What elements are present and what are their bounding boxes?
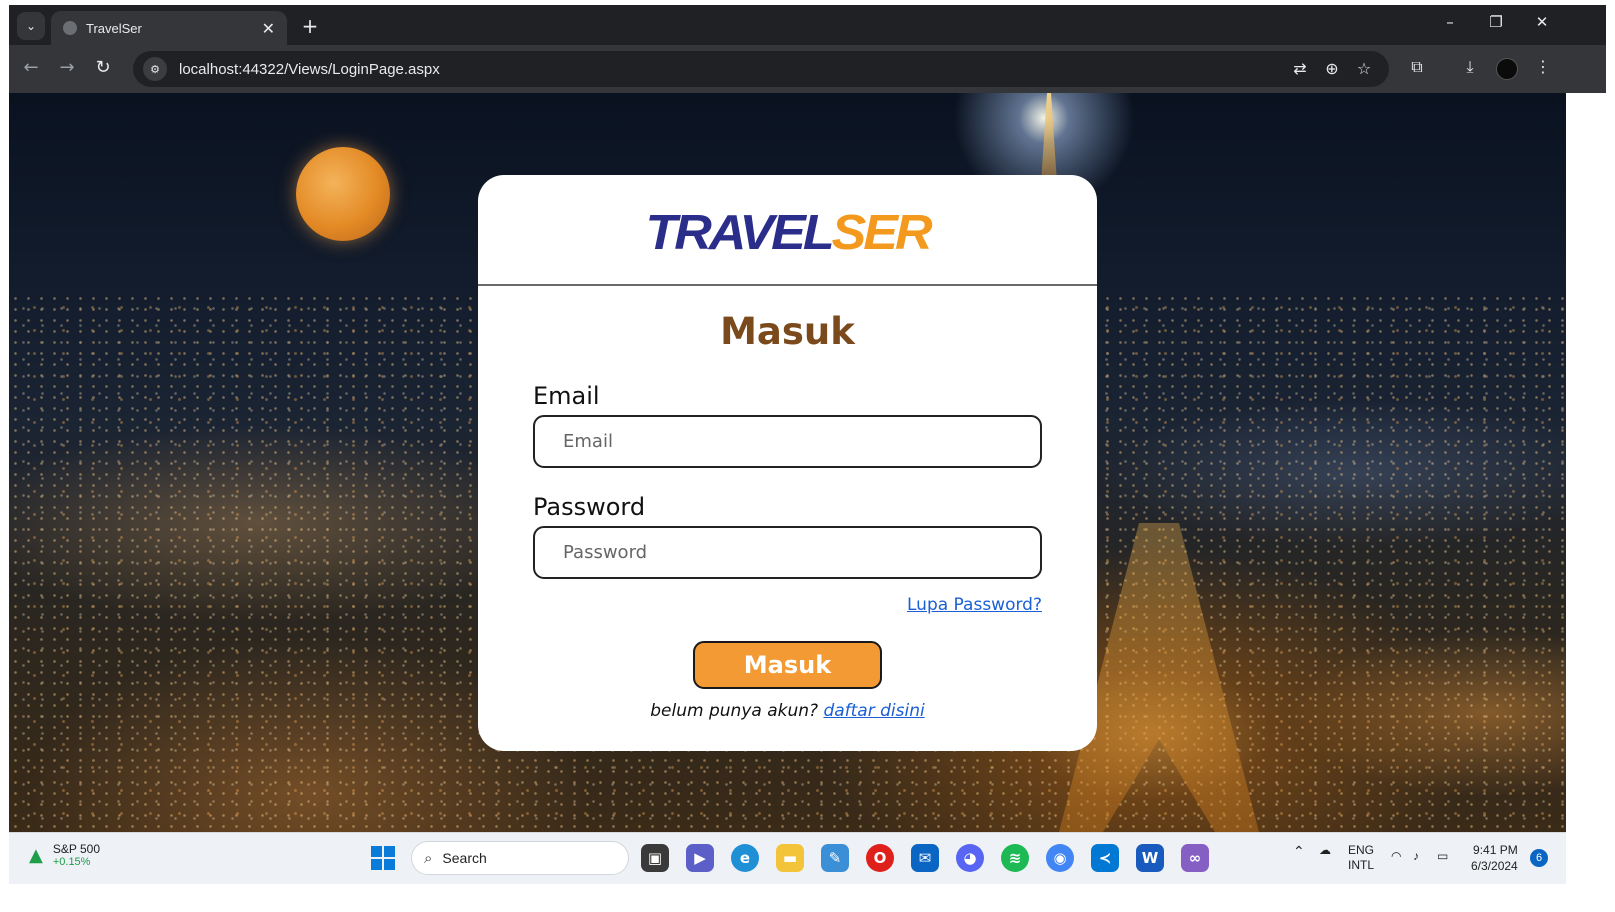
edge-icon[interactable]: e: [731, 844, 759, 872]
url-text[interactable]: localhost:44322/Views/LoginPage.aspx: [179, 61, 440, 78]
moon-image: [296, 147, 390, 241]
menu-kebab-icon[interactable]: ⋮: [1531, 57, 1555, 76]
browser-toolbar: ← → ↻ ⚙ localhost:44322/Views/LoginPage.…: [9, 45, 1606, 93]
restore-button[interactable]: ❐: [1481, 13, 1511, 31]
paint-icon[interactable]: ✎: [821, 844, 849, 872]
brand-logo-part2: SER: [831, 205, 933, 261]
stock-widget[interactable]: ▲ S&P 500 +0.15%: [29, 842, 100, 868]
email-label: Email: [533, 382, 600, 410]
ticker-change: +0.15%: [52, 856, 91, 868]
forgot-password-link[interactable]: Lupa Password?: [907, 595, 1042, 615]
password-field[interactable]: [533, 526, 1042, 579]
clock-date: 6/3/2024: [1471, 859, 1518, 873]
zoom-icon[interactable]: ⊕: [1321, 59, 1343, 78]
language-line2: INTL: [1348, 858, 1375, 872]
task-view-icon[interactable]: ▣: [641, 844, 669, 872]
opera-icon[interactable]: O: [866, 844, 894, 872]
language-indicator[interactable]: ENG INTL: [1348, 843, 1374, 873]
visual-studio-icon[interactable]: ∞: [1181, 844, 1209, 872]
login-card: TRAVELSER Masuk Email Password Lupa Pass…: [478, 175, 1097, 751]
weather-tray-icon[interactable]: ☁: [1319, 843, 1331, 857]
brand-logo-part1: TRAVEL: [645, 205, 834, 261]
brand-logo: TRAVELSER: [478, 205, 1097, 262]
bookmark-star-icon[interactable]: ☆: [1353, 59, 1375, 78]
email-field[interactable]: [533, 415, 1042, 468]
address-bar[interactable]: ⚙ localhost:44322/Views/LoginPage.aspx ⇄…: [133, 51, 1389, 87]
site-info-icon[interactable]: ⚙: [143, 57, 167, 81]
register-prompt: belum punya akun? daftar disini: [478, 701, 1097, 721]
page-title: Masuk: [720, 310, 855, 353]
forward-arrow-icon[interactable]: →: [53, 57, 81, 78]
header-divider: [478, 284, 1097, 286]
password-label: Password: [533, 493, 646, 521]
back-arrow-icon[interactable]: ←: [17, 57, 45, 78]
download-icon[interactable]: ⤓: [1458, 57, 1482, 77]
spotify-icon[interactable]: ≋: [1001, 844, 1029, 872]
extensions-icon[interactable]: ⧉: [1405, 57, 1429, 77]
discord-icon[interactable]: ◕: [956, 844, 984, 872]
windows-taskbar: ▲ S&P 500 +0.15% ⌕ Search ▣ ▶ e ▬ ✎ O ✉ …: [9, 832, 1566, 884]
mail-icon[interactable]: ✉: [911, 844, 939, 872]
globe-icon: [63, 21, 77, 35]
browser-chrome: ⌄ TravelSer ✕ + – ❐ ✕ ← → ↻ ⚙ localhost:…: [9, 5, 1606, 93]
file-explorer-icon[interactable]: ▬: [776, 844, 804, 872]
word-icon[interactable]: W: [1136, 844, 1164, 872]
login-button[interactable]: Masuk: [693, 641, 882, 689]
search-icon: ⌕: [424, 849, 433, 867]
register-prompt-text: belum punya akun?: [650, 701, 819, 721]
reload-icon[interactable]: ↻: [89, 57, 117, 78]
language-line1: ENG: [1348, 843, 1375, 857]
tab-title: TravelSer: [86, 20, 142, 36]
minimize-button[interactable]: –: [1435, 13, 1465, 31]
close-window-button[interactable]: ✕: [1527, 13, 1557, 31]
wifi-icon[interactable]: ◠: [1391, 849, 1401, 863]
volume-icon[interactable]: ♪: [1413, 849, 1419, 863]
close-tab-icon[interactable]: ✕: [262, 19, 275, 38]
translate-icon[interactable]: ⇄: [1289, 59, 1311, 78]
ticker-name: S&P 500: [52, 842, 100, 856]
taskbar-search[interactable]: ⌕ Search: [411, 841, 629, 875]
notification-badge[interactable]: 6: [1530, 849, 1548, 867]
stock-chart-icon: ▲: [29, 844, 43, 866]
system-clock[interactable]: 9:41 PM 6/3/2024: [1471, 842, 1518, 874]
search-label: Search: [442, 850, 487, 866]
vscode-icon[interactable]: ≺: [1091, 844, 1119, 872]
teams-icon[interactable]: ▶: [686, 844, 714, 872]
register-link[interactable]: daftar disini: [823, 701, 924, 721]
battery-icon[interactable]: ▭: [1437, 849, 1448, 863]
browser-tab[interactable]: TravelSer ✕: [51, 11, 287, 45]
profile-avatar[interactable]: [1496, 58, 1518, 80]
tower-beacon: [1041, 93, 1057, 183]
new-tab-button[interactable]: +: [297, 13, 323, 39]
chrome-icon[interactable]: ◉: [1046, 844, 1074, 872]
tab-bar: ⌄ TravelSer ✕ + – ❐ ✕: [9, 5, 1606, 45]
windows-start-icon[interactable]: [371, 846, 395, 870]
clock-time: 9:41 PM: [1473, 843, 1518, 857]
tab-search-button[interactable]: ⌄: [17, 12, 45, 40]
chevron-down-icon: ⌄: [25, 19, 37, 33]
chevron-up-icon[interactable]: ⌃: [1293, 843, 1305, 860]
